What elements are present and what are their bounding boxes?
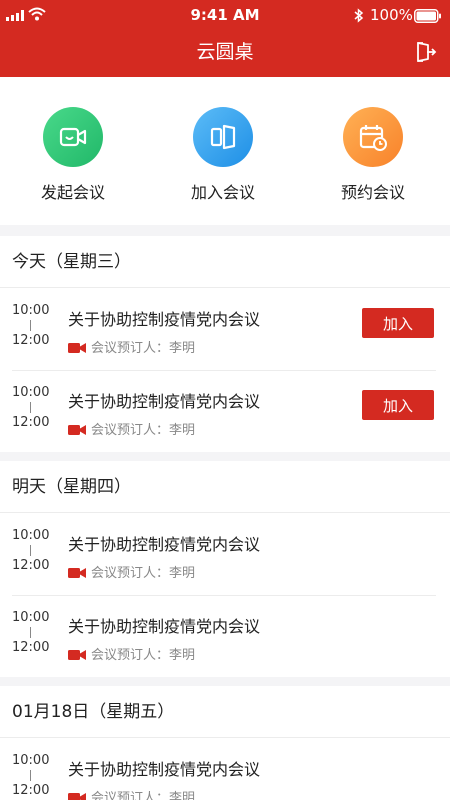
video-camera-icon: [68, 568, 86, 578]
booker-text: 会议预订人：李明: [91, 648, 196, 663]
start-meeting-button[interactable]: 发起会议: [13, 107, 133, 203]
day-section-jan18: 01月18日（星期五） 10:00 12:00 关于协助控制疫情党内会议 会议预…: [0, 686, 450, 800]
meeting-time: 10:00 12:00: [12, 753, 50, 798]
meeting-row[interactable]: 10:00 12:00 关于协助控制疫情党内会议 会议预订人：李明: [0, 738, 450, 800]
video-camera-icon: [68, 650, 86, 660]
start-time: 10:00: [12, 753, 50, 768]
meeting-booker: 会议预订人：李明: [68, 787, 195, 800]
video-camera-icon: [68, 425, 86, 435]
meeting-row[interactable]: 10:00 12:00 关于协助控制疫情党内会议 会议预订人：李明: [0, 513, 450, 595]
meeting-row[interactable]: 10:00 12:00 关于协助控制疫情党内会议 会议预订人：李明 加入: [0, 288, 450, 370]
day-section-tomorrow: 明天（星期四） 10:00 12:00 关于协助控制疫情党内会议 会议预订人：李…: [0, 461, 450, 677]
day-section-today: 今天（星期三） 10:00 12:00 关于协助控制疫情党内会议 会议预订人：李…: [0, 236, 450, 452]
time-divider: [29, 770, 31, 781]
join-button[interactable]: 加入: [362, 308, 434, 338]
meeting-row[interactable]: 10:00 12:00 关于协助控制疫情党内会议 会议预订人：李明 加入: [0, 370, 450, 452]
end-time: 12:00: [12, 783, 50, 798]
time-divider: [29, 402, 31, 413]
status-bar: 9:41 AM 100%: [0, 0, 450, 32]
start-time: 10:00: [12, 610, 50, 625]
booker-text: 会议预订人：李明: [91, 423, 196, 438]
start-time: 10:00: [12, 303, 50, 318]
time-divider: [29, 545, 31, 556]
join-button[interactable]: 加入: [362, 390, 434, 420]
join-meeting-button[interactable]: 加入会议: [163, 107, 283, 203]
day-heading: 01月18日（星期五）: [0, 686, 450, 738]
end-time: 12:00: [12, 558, 50, 573]
meeting-title: 关于协助控制疫情党内会议: [68, 535, 261, 554]
meeting-booker: 会议预订人：李明: [68, 562, 195, 581]
start-meeting-label: 发起会议: [40, 183, 105, 202]
day-heading: 明天（星期四）: [0, 461, 450, 513]
meeting-title: 关于协助控制疫情党内会议: [68, 310, 261, 329]
meeting-title: 关于协助控制疫情党内会议: [68, 760, 261, 779]
join-door-icon: [193, 107, 253, 167]
top-bar: 9:41 AM 100% 云圆桌: [0, 0, 450, 77]
meeting-time: 10:00 12:00: [12, 528, 50, 573]
video-camera-icon: [68, 343, 86, 353]
end-time: 12:00: [12, 333, 50, 348]
meeting-booker: 会议预订人：李明: [68, 419, 195, 438]
meeting-time: 10:00 12:00: [12, 303, 50, 348]
video-camera-icon: [68, 793, 86, 800]
meeting-title: 关于协助控制疫情党内会议: [68, 392, 261, 411]
time-divider: [29, 320, 31, 331]
battery-icon: [414, 9, 441, 23]
schedule-meeting-label: 预约会议: [340, 183, 405, 202]
bluetooth-icon: [354, 8, 364, 23]
page-title: 云圆桌: [196, 41, 254, 63]
battery-percent: 100%: [370, 6, 413, 24]
start-time: 10:00: [12, 385, 50, 400]
logout-icon[interactable]: [413, 40, 437, 64]
meeting-time: 10:00 12:00: [12, 385, 50, 430]
end-time: 12:00: [12, 640, 50, 655]
meeting-booker: 会议预订人：李明: [68, 644, 195, 663]
day-heading: 今天（星期三）: [0, 236, 450, 288]
end-time: 12:00: [12, 415, 50, 430]
start-time: 10:00: [12, 528, 50, 543]
quick-actions: 发起会议 加入会议 预约会议: [0, 77, 450, 225]
meeting-time: 10:00 12:00: [12, 610, 50, 655]
booker-text: 会议预订人：李明: [91, 566, 196, 581]
meeting-row[interactable]: 10:00 12:00 关于协助控制疫情党内会议 会议预订人：李明: [0, 595, 450, 677]
booker-text: 会议预订人：李明: [91, 341, 196, 356]
time-divider: [29, 627, 31, 638]
meeting-booker: 会议预订人：李明: [68, 337, 195, 356]
join-meeting-label: 加入会议: [190, 183, 255, 202]
meeting-title: 关于协助控制疫情党内会议: [68, 617, 261, 636]
booker-text: 会议预订人：李明: [91, 791, 196, 800]
video-call-icon: [43, 107, 103, 167]
schedule-meeting-button[interactable]: 预约会议: [313, 107, 433, 203]
calendar-clock-icon: [343, 107, 403, 167]
